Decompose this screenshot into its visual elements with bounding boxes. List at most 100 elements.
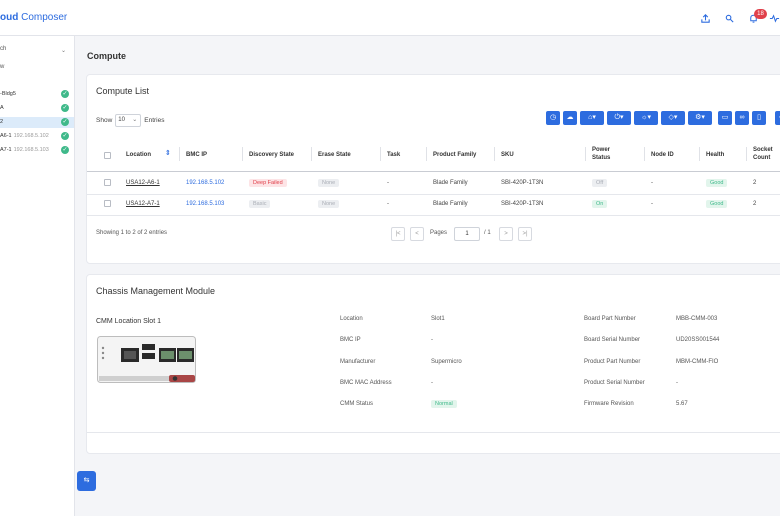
field-label: BMC MAC Address — [340, 380, 392, 386]
erase-state-badge: None — [318, 179, 340, 187]
column-header-sku[interactable]: SKU — [501, 151, 514, 159]
field-value: 5.67 — [676, 401, 688, 407]
row-checkbox[interactable] — [104, 200, 111, 207]
column-header-power-status[interactable]: Power Status — [592, 146, 626, 162]
sidebar-search-label: ch — [0, 46, 7, 52]
row-sku: SBI-420P-1T3N — [501, 201, 544, 207]
total-pages: / 1 — [484, 230, 491, 236]
collapse-sidebar-button[interactable]: ⇆ — [77, 471, 96, 491]
card-divider — [87, 432, 780, 433]
pages-label: Pages — [430, 230, 448, 236]
check-circle-icon: ✓ — [61, 90, 69, 98]
health-badge: Good — [706, 179, 728, 187]
eraser-icon: ◇▾ — [668, 114, 678, 121]
column-divider — [644, 147, 645, 161]
column-divider — [699, 147, 700, 161]
row-node-id: - — [651, 201, 653, 207]
column-header-discovery-state[interactable]: Discovery State — [249, 151, 294, 159]
monitor-icon: ▭ — [721, 114, 729, 121]
clock-button[interactable]: ◷ — [546, 111, 560, 125]
chevron-down-icon: ⌄ — [60, 48, 66, 54]
more-button[interactable]: ⋯ — [775, 111, 780, 125]
sidebar-search-select[interactable]: ch ⌄ — [0, 46, 70, 58]
entries-summary: Showing 1 to 2 of 2 entries — [96, 230, 168, 236]
field-label: Product Serial Number — [584, 380, 645, 386]
discovery-state-badge: Basic — [249, 200, 271, 208]
sort-icon[interactable]: ⇕ — [165, 150, 171, 158]
column-header-node-id[interactable]: Node ID — [651, 151, 674, 159]
column-divider — [179, 147, 180, 161]
settings-menu-button[interactable]: ⚙▾ — [688, 111, 712, 125]
show-label: Show — [96, 117, 113, 124]
sidebar-tree-item[interactable]: A6-1 192.168.5.102 ✓ — [0, 131, 74, 142]
page-size-select[interactable]: 10 ⌄ — [115, 114, 142, 127]
cloud-button[interactable]: ☁ — [563, 111, 577, 125]
first-page-button[interactable]: |< — [391, 227, 405, 241]
console-button[interactable]: ▭ — [718, 111, 732, 125]
notification-badge: 18 — [754, 9, 767, 19]
field-label: Location — [340, 316, 363, 322]
row-task: - — [387, 201, 389, 207]
column-header-health[interactable]: Health — [706, 151, 724, 159]
upload-icon[interactable] — [699, 13, 711, 25]
light-icon: ☼▾ — [641, 114, 651, 121]
field-label: CMM Status — [340, 401, 374, 407]
chevron-left-icon: < — [415, 231, 419, 237]
tag-menu-button[interactable]: ⌂▾ — [580, 111, 604, 125]
sidebar-tree-item[interactable]: -Bldg5 ✓ — [0, 89, 74, 100]
row-location-link[interactable]: USA12-A7-1 — [126, 201, 160, 207]
column-header-product-family[interactable]: Product Family — [433, 151, 476, 159]
row-checkbox[interactable] — [104, 179, 111, 186]
power-menu-button[interactable]: ⏻▾ — [607, 111, 631, 125]
entries-label: Entries — [144, 117, 165, 124]
erase-state-badge: None — [318, 200, 340, 208]
field-value: UD20SS001544 — [676, 337, 720, 343]
field-label: Product Part Number — [584, 359, 641, 365]
tree-item-label: A — [0, 105, 4, 111]
cloud-icon: ☁ — [566, 114, 574, 121]
page-number-input[interactable]: 1 — [454, 227, 480, 241]
page-size-value: 10 — [118, 117, 125, 123]
column-header-task[interactable]: Task — [387, 151, 400, 159]
row-node-id: - — [651, 180, 653, 186]
tree-item-label: -Bldg5 — [0, 91, 16, 97]
column-header-bmc-ip[interactable]: BMC IP — [186, 151, 207, 159]
link-button[interactable]: ∞ — [735, 111, 749, 125]
page-size-control: Show 10 ⌄ Entries — [96, 114, 165, 127]
power-status-badge: Off — [592, 179, 608, 187]
row-product-family: Blade Family — [433, 201, 468, 207]
tree-item-label: A6-1 — [0, 133, 12, 139]
table-header-divider — [87, 171, 780, 172]
health-badge: Good — [706, 200, 728, 208]
column-header-location[interactable]: Location — [126, 151, 151, 159]
prev-page-button[interactable]: < — [410, 227, 424, 241]
erase-menu-button[interactable]: ◇▾ — [661, 111, 685, 125]
sidebar-view-link[interactable]: w — [0, 64, 4, 70]
sidebar-tree-item[interactable]: A7-1 192.168.5.103 ✓ — [0, 145, 74, 156]
select-all-checkbox[interactable] — [104, 152, 111, 159]
power-icon: ⏻▾ — [614, 114, 624, 121]
document-icon: ▯ — [757, 114, 761, 121]
tree-item-label: 2 — [0, 119, 4, 125]
next-page-button[interactable]: > — [499, 227, 513, 241]
sidebar-tree-item[interactable]: A ✓ — [0, 103, 74, 114]
column-header-erase-state[interactable]: Erase State — [318, 151, 351, 159]
key-icon[interactable] — [723, 13, 735, 25]
column-divider — [494, 147, 495, 161]
tree-item-ip: 192.168.5.103 — [13, 147, 49, 153]
column-header-socket-count[interactable]: Socket Count — [753, 146, 780, 162]
document-button[interactable]: ▯ — [752, 111, 766, 125]
check-circle-icon: ✓ — [61, 132, 69, 140]
gear-icon: ⚙▾ — [695, 114, 705, 121]
field-label: Firmware Revision — [584, 401, 634, 407]
last-page-button[interactable]: >| — [518, 227, 532, 241]
cmm-status-badge: Normal — [431, 400, 457, 408]
field-label: Manufacturer — [340, 359, 376, 365]
row-bmc-ip: 192.168.5.103 — [186, 201, 225, 207]
light-menu-button[interactable]: ☼▾ — [634, 111, 658, 125]
row-location-link[interactable]: USA12-A6-1 — [126, 180, 160, 186]
row-divider — [87, 194, 780, 195]
activity-icon[interactable] — [768, 13, 780, 25]
app-brand[interactable]: oud Composer — [0, 12, 67, 23]
sidebar-tree-item-selected[interactable]: 2 ✓ — [0, 117, 74, 128]
